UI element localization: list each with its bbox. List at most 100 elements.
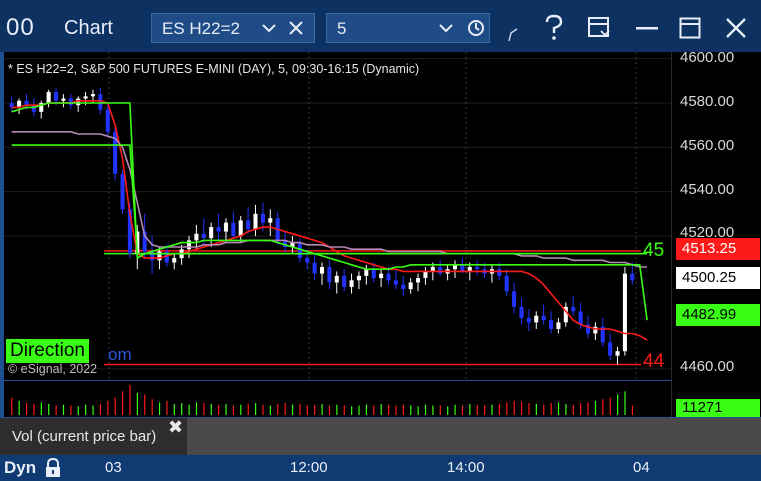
candle-body (475, 266, 480, 270)
candle-body (408, 282, 413, 290)
price-chart-pane[interactable] (4, 52, 671, 380)
close-icon[interactable] (725, 17, 747, 39)
volume-bar (387, 404, 390, 415)
volume-bar (543, 404, 545, 415)
clear-icon[interactable] (288, 20, 304, 36)
volume-bar (173, 403, 175, 415)
dynamic-mode-label[interactable]: Dyn (4, 458, 36, 478)
candle-body (253, 213, 258, 230)
candle-body (519, 306, 524, 318)
layout-menu-icon[interactable] (587, 16, 613, 40)
candle-body (194, 233, 199, 241)
clock-icon[interactable] (467, 19, 485, 37)
volume-bar (33, 403, 35, 415)
volume-bar (572, 404, 574, 415)
volume-bar (77, 406, 79, 415)
close-icon[interactable]: ✖ (168, 417, 183, 438)
volume-bar (594, 400, 597, 415)
help-icon[interactable] (542, 14, 566, 42)
volume-bar (417, 406, 419, 415)
volume-bar (513, 400, 515, 415)
candle-body (386, 273, 391, 281)
direction-study-label[interactable]: Direction (6, 339, 89, 363)
candle-body (460, 264, 465, 272)
volume-bar (351, 406, 353, 415)
candle-body (334, 275, 339, 283)
candle-body (526, 317, 531, 323)
volume-badge: 11271 (676, 399, 760, 417)
symbol-input[interactable]: ES H22=2 (151, 13, 315, 43)
candle-body (512, 291, 517, 307)
volume-bar (395, 405, 397, 415)
volume-bar (203, 403, 205, 415)
chevron-down-icon[interactable] (262, 22, 276, 34)
volume-bar (158, 402, 161, 415)
volume-bar (129, 385, 131, 415)
volume-plot (11, 385, 634, 415)
lock-icon[interactable] (44, 458, 62, 478)
price-tick: 4560.00 (680, 137, 735, 154)
volume-bar (535, 403, 537, 415)
volume-bar (284, 403, 286, 415)
volume-bar (557, 402, 560, 415)
maximize-icon[interactable] (679, 17, 701, 39)
series-line (11, 144, 648, 255)
volume-bar (25, 403, 28, 415)
candle-body (393, 280, 398, 285)
volume-bar (358, 405, 360, 415)
candle-body (438, 266, 443, 274)
price-plot (4, 52, 671, 380)
volume-bar (269, 405, 271, 415)
volume-bar (166, 400, 168, 415)
minimize-icon[interactable] (636, 27, 658, 31)
volume-caption-text: Vol (current price bar) (12, 428, 157, 445)
window-title: Chart (64, 17, 113, 39)
volume-bar (476, 404, 478, 415)
candle-body (615, 351, 620, 356)
volume-bar (454, 404, 456, 415)
candle-body (534, 315, 539, 323)
price-badge-green: 4482.99 (676, 304, 760, 326)
volume-bar (528, 403, 530, 415)
candle-body (53, 91, 59, 101)
candle-body (556, 322, 561, 330)
volume-bar (314, 404, 316, 415)
volume-bar (484, 405, 486, 415)
last-price-badge: 4500.25 (676, 267, 760, 289)
volume-bar (580, 403, 582, 415)
volume-bar (631, 405, 634, 415)
volume-bar (439, 405, 441, 415)
candle-body (223, 222, 228, 232)
candle-body (401, 284, 406, 290)
price-scale[interactable]: 4600.00 4580.00 4560.00 4540.00 4520.00 … (671, 49, 761, 417)
app-icon[interactable]: 00 (6, 14, 35, 42)
right-edge-label-lower: 44 (643, 351, 665, 372)
chart-legend: * ES H22=2, S&P 500 FUTURES E-MINI (DAY)… (8, 62, 420, 76)
draw-tool-icon[interactable] (507, 27, 519, 43)
volume-study-caption[interactable]: Vol (current price bar) (0, 418, 187, 455)
volume-bar (225, 403, 227, 415)
candle-body (216, 227, 221, 232)
volume-bar (602, 399, 604, 415)
candle-body (260, 213, 265, 223)
candle-body (423, 271, 428, 279)
volume-bar (85, 404, 87, 415)
candle-body (157, 251, 162, 261)
candle-body (497, 269, 502, 276)
volume-bar (380, 403, 382, 415)
chevron-down-icon[interactable] (439, 22, 453, 34)
candle-body (578, 311, 583, 325)
volume-bar (343, 405, 345, 415)
price-badge-red: 4513.25 (676, 238, 760, 260)
volume-pane[interactable] (4, 381, 671, 417)
volume-bar (299, 403, 301, 415)
time-label: 03 (105, 459, 122, 476)
volume-bar (181, 403, 183, 415)
candle-body (268, 218, 273, 223)
interval-input[interactable]: 5 (326, 13, 490, 43)
candle-body (209, 227, 214, 239)
volume-bar (506, 402, 508, 415)
candle-body (319, 266, 325, 274)
volume-bar (255, 403, 257, 415)
time-label: 14:00 (447, 459, 485, 476)
